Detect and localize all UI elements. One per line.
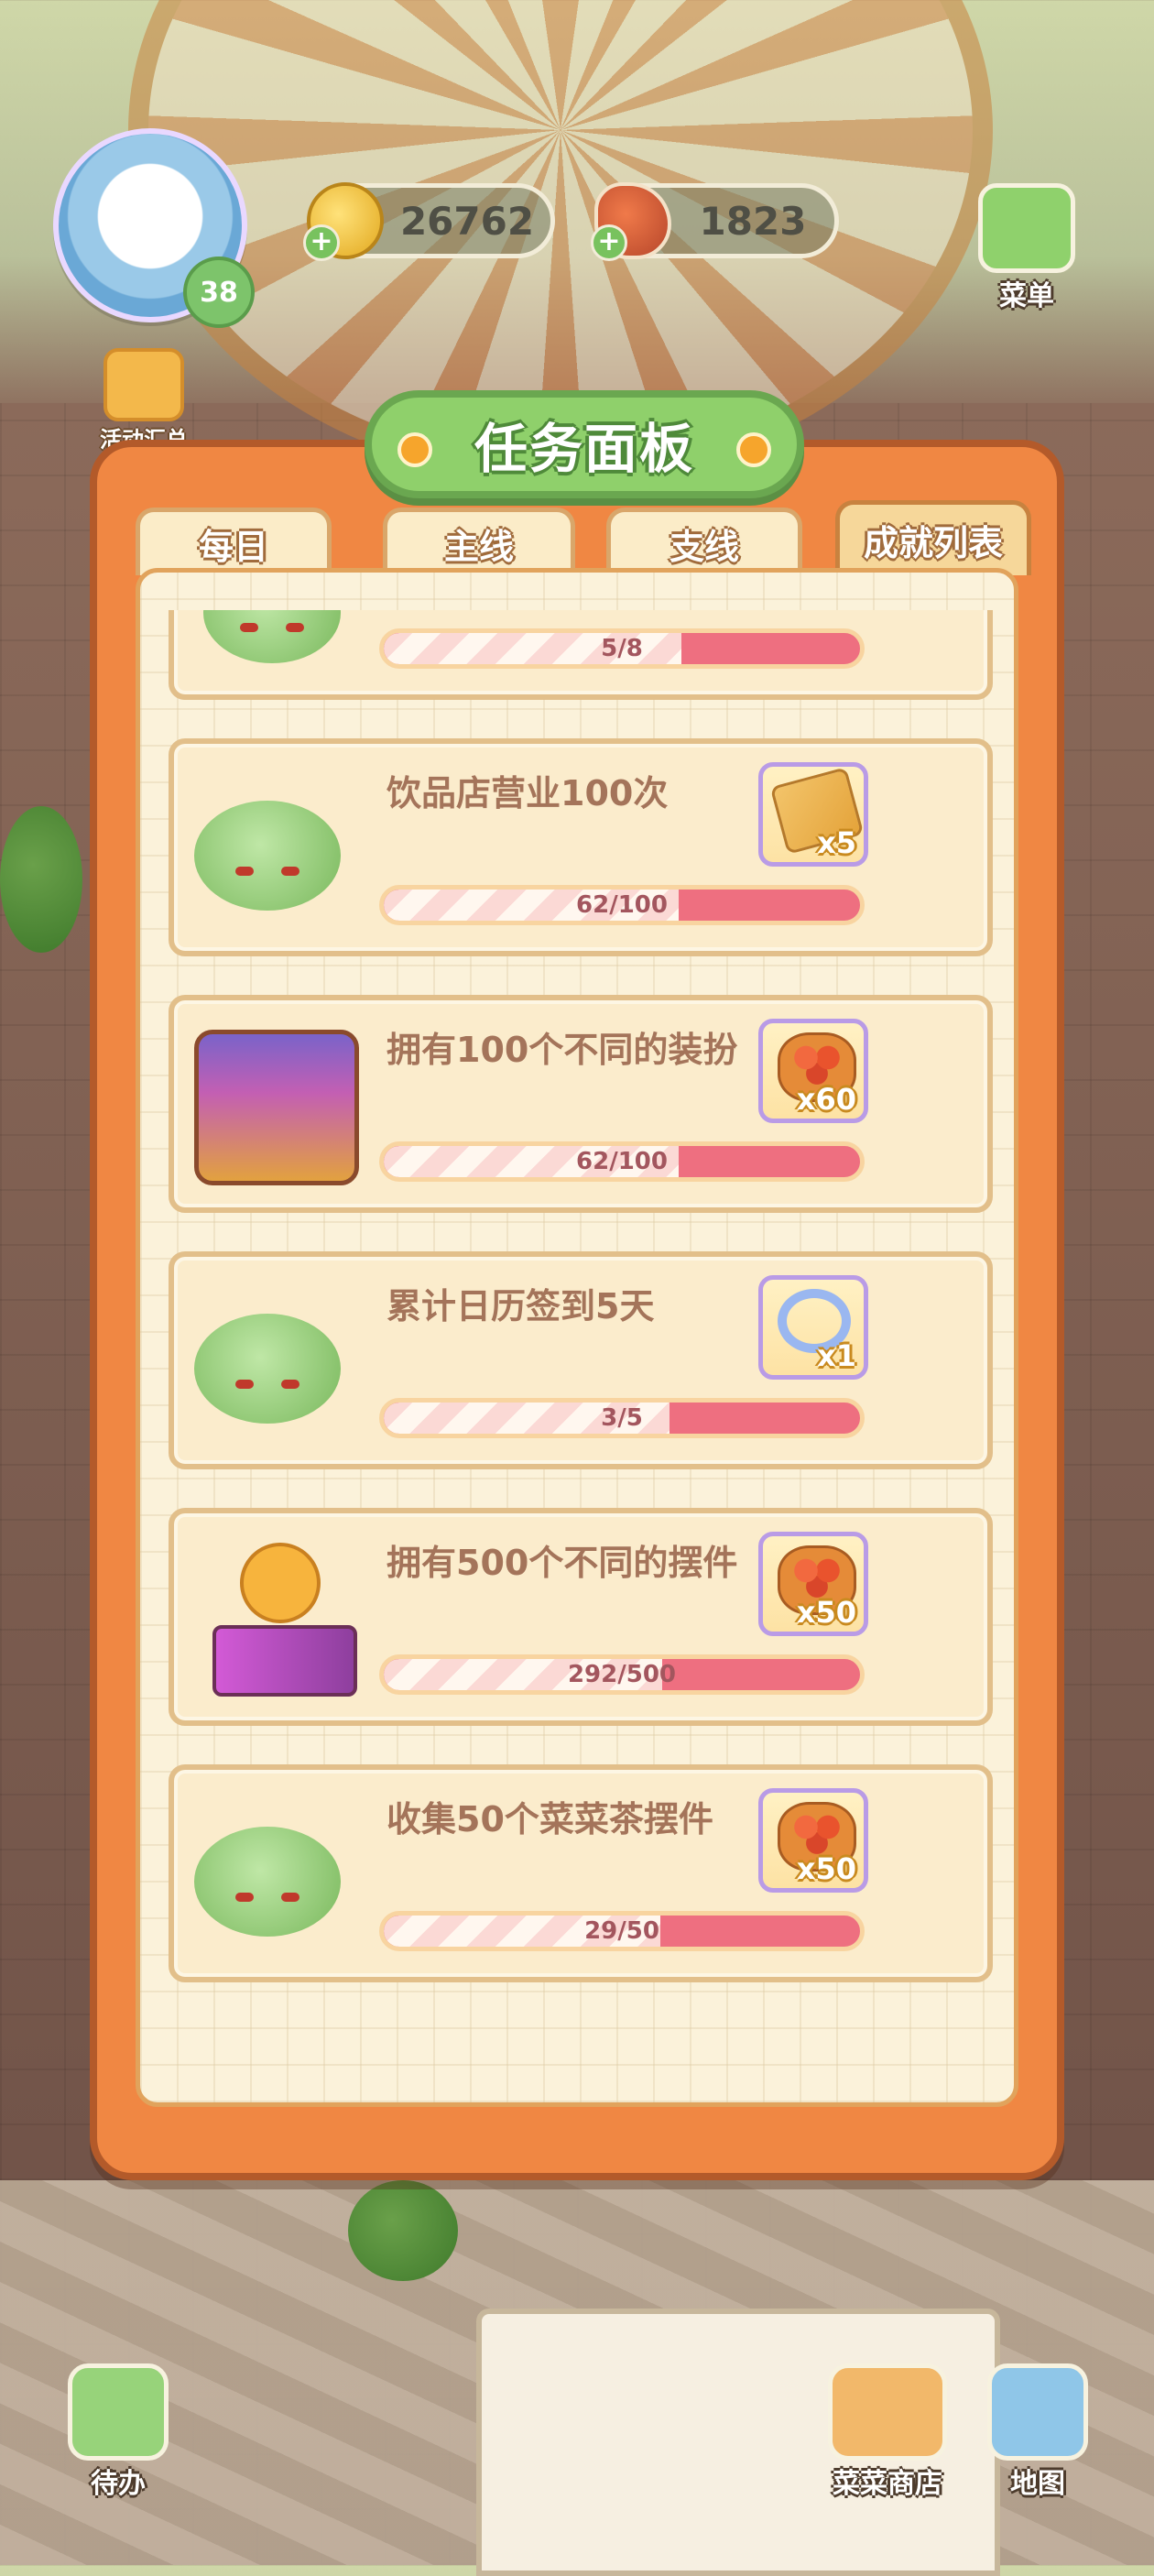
meat-amount: 1823 <box>699 198 807 244</box>
achievement-card: 累计日历签到5天 x1 3/5 <box>169 1251 993 1469</box>
reward-slot[interactable]: x5 <box>758 762 868 867</box>
progress-text: 62/100 <box>576 891 668 919</box>
achievement-title: 收集50个菜菜茶摆件 <box>386 1799 713 1839</box>
achievement-title: 拥有100个不同的装扮 <box>386 1030 738 1070</box>
task-panel: 任务面板 每日 主线 支线 成就列表 x1 5/8 <box>90 390 1064 2180</box>
achievement-progress-bar: 62/100 <box>379 885 865 925</box>
progress-text: 29/50 <box>584 1917 659 1945</box>
meat-counter: 1823 + <box>591 182 839 261</box>
progress-text: 3/5 <box>601 1404 643 1432</box>
achievement-title: 拥有500个不同的摆件 <box>386 1543 738 1583</box>
map-icon <box>987 2363 1088 2461</box>
achievement-card: 收集50个菜菜茶摆件 x50 29/50 <box>169 1764 993 1982</box>
add-coins-button[interactable]: + <box>303 224 340 261</box>
achievement-card: 拥有500个不同的摆件 x50 292/500 <box>169 1508 993 1726</box>
reward-slot[interactable]: x60 <box>758 1019 868 1123</box>
menu-button[interactable]: 菜单 <box>967 183 1086 312</box>
reward-quantity: x60 <box>796 1082 856 1117</box>
checklist-icon <box>68 2363 169 2461</box>
shopping-bag-icon <box>828 2363 947 2461</box>
reward-quantity: x1 <box>817 1338 856 1373</box>
sprout-duck-icon <box>194 764 350 929</box>
banner-dot-icon <box>397 432 432 467</box>
reward-quantity: x50 <box>796 1595 856 1630</box>
achievement-title: 累计日历签到5天 <box>386 1286 655 1326</box>
reward-quantity: x5 <box>817 825 856 860</box>
achievement-progress-bar: 62/100 <box>379 1141 865 1182</box>
achievement-card: x1 5/8 <box>169 610 993 700</box>
achievement-progress-bar: 3/5 <box>379 1398 865 1438</box>
banner-dot-icon <box>736 432 771 467</box>
reward-slot[interactable]: x50 <box>758 1788 868 1893</box>
event-summary-button[interactable]: 活动汇总 <box>84 348 203 453</box>
map-label: 地图 <box>1010 2468 1065 2500</box>
achievement-title: 饮品店营业100次 <box>386 773 669 813</box>
achievement-card: 拥有100个不同的装扮 x60 62/100 <box>169 995 993 1213</box>
add-meat-button[interactable]: + <box>591 224 627 261</box>
background-plant <box>0 806 82 953</box>
sprout-duck-icon <box>194 610 350 672</box>
sprout-duck-icon <box>194 1790 350 1955</box>
todo-button[interactable]: 待办 <box>59 2363 178 2501</box>
shop-label: 菜菜商店 <box>833 2468 942 2500</box>
menu-label: 菜单 <box>999 280 1054 312</box>
player-level-badge: 38 <box>183 257 255 328</box>
tab-main[interactable]: 主线 <box>383 508 575 575</box>
reward-quantity: x50 <box>796 1851 856 1886</box>
coin-counter: 26762 + <box>303 182 555 261</box>
progress-text: 292/500 <box>567 1661 677 1688</box>
tab-daily[interactable]: 每日 <box>136 508 332 575</box>
progress-text: 62/100 <box>576 1148 668 1175</box>
achievement-list[interactable]: x1 5/8 饮品店营业100次 x5 62/100 <box>169 610 993 2012</box>
costume-chest-icon <box>194 1021 359 1185</box>
trophy-bear-icon <box>194 1534 357 1698</box>
achievement-progress-bar: 29/50 <box>379 1911 865 1951</box>
background-plant <box>348 2180 458 2281</box>
tv-menu-icon <box>978 183 1075 273</box>
achievement-progress-bar: 5/8 <box>379 628 865 669</box>
tab-side[interactable]: 支线 <box>606 508 802 575</box>
achievement-card: 饮品店营业100次 x5 62/100 <box>169 738 993 956</box>
shop-button[interactable]: 菜菜商店 <box>810 2363 965 2501</box>
reward-slot[interactable]: x50 <box>758 1532 868 1636</box>
event-summary-icon <box>103 348 184 421</box>
coin-amount: 26762 <box>399 198 535 244</box>
map-button[interactable]: 地图 <box>978 2363 1097 2501</box>
task-tabs: 每日 主线 支线 成就列表 <box>136 500 1033 577</box>
todo-label: 待办 <box>91 2468 146 2500</box>
sprout-duck-icon <box>194 1277 350 1442</box>
reward-slot[interactable]: x1 <box>758 1275 868 1380</box>
task-panel-title-banner: 任务面板 <box>365 390 804 498</box>
task-panel-title: 任务面板 <box>474 418 694 480</box>
achievement-progress-bar: 292/500 <box>379 1654 865 1695</box>
progress-text: 5/8 <box>601 635 643 662</box>
tab-achievements[interactable]: 成就列表 <box>835 500 1031 575</box>
